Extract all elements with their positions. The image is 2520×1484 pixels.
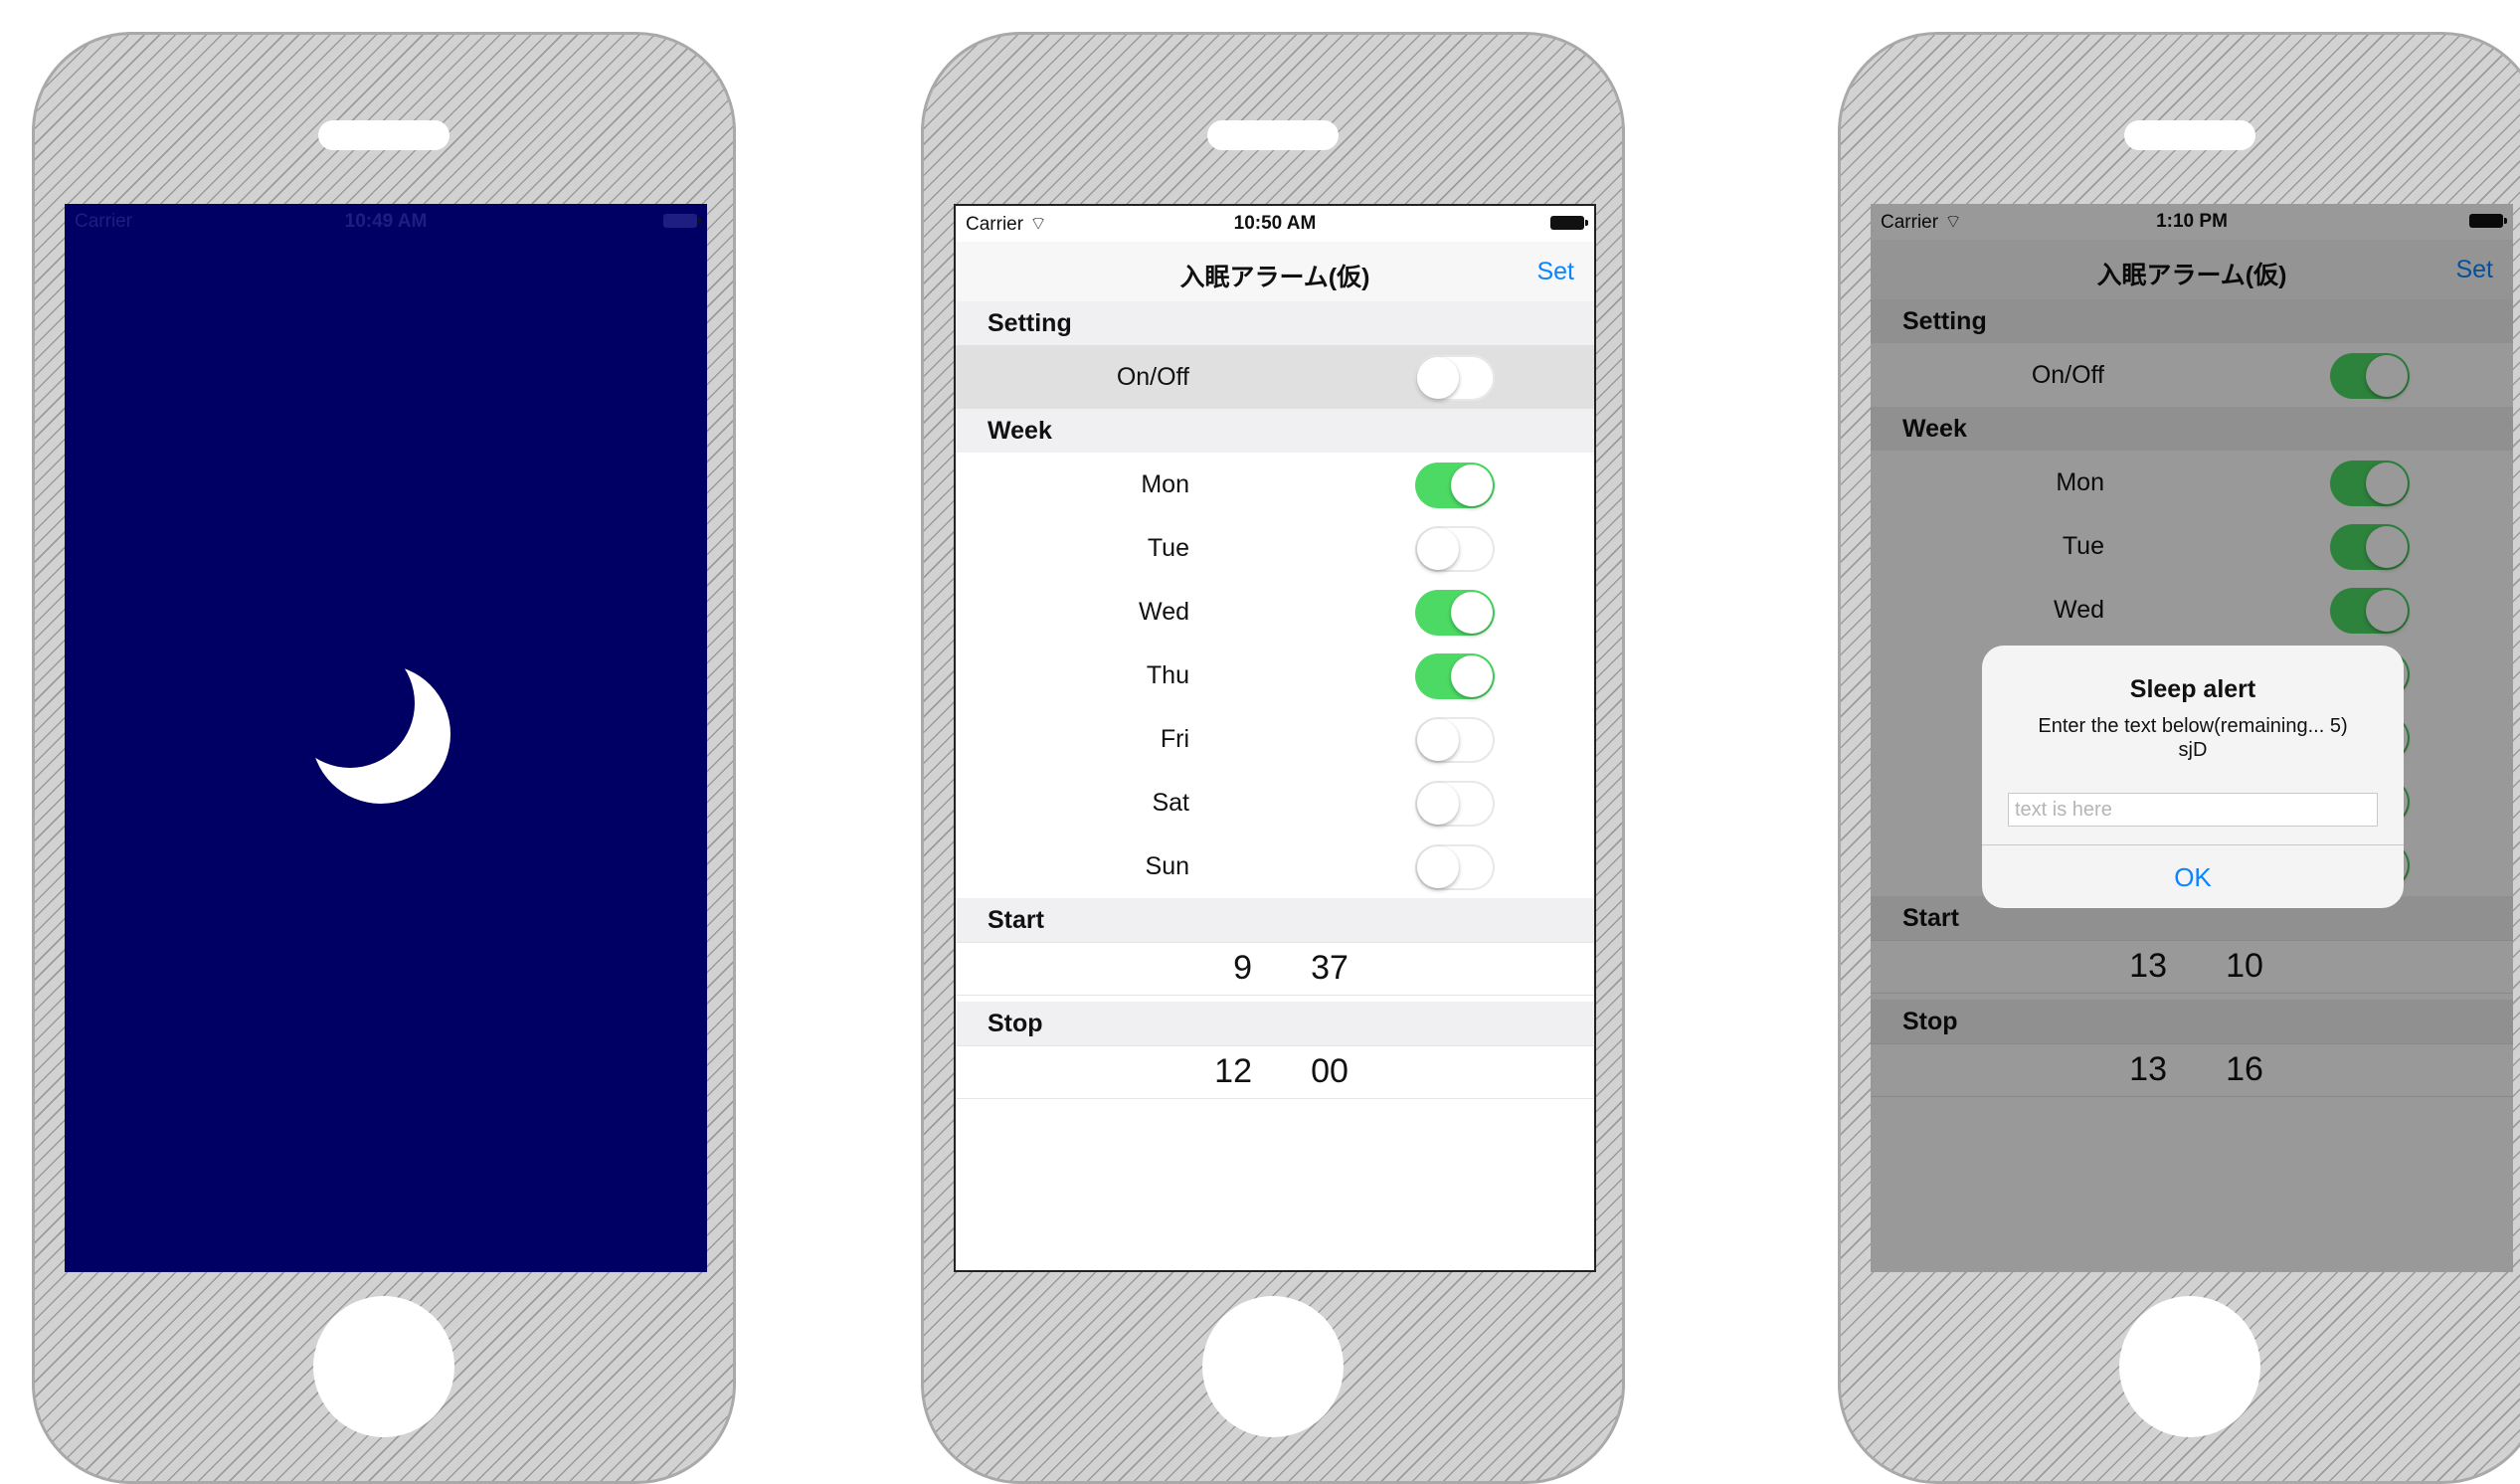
- toggle-knob: [1417, 783, 1459, 825]
- stop-hour[interactable]: 12: [1202, 1052, 1252, 1091]
- day-label: Wed: [1139, 598, 1189, 626]
- toggle-knob: [1417, 719, 1459, 761]
- alert-text-input[interactable]: [2008, 793, 2378, 827]
- day-toggle-thu[interactable]: [1415, 653, 1495, 699]
- splash-screen: Carrier 10:49 AM: [65, 204, 707, 1272]
- status-time: 10:49 AM: [344, 211, 428, 232]
- day-row-wed: Wed: [956, 580, 1594, 644]
- day-row-sat: Sat: [956, 771, 1594, 835]
- battery-icon: [663, 214, 701, 228]
- nav-bar: 入眠アラーム(仮) Set: [956, 242, 1594, 301]
- onoff-toggle[interactable]: [1415, 355, 1495, 401]
- day-label: Mon: [1141, 470, 1189, 498]
- day-toggle-sun[interactable]: [1415, 844, 1495, 890]
- day-toggle-mon[interactable]: [1415, 463, 1495, 508]
- status-bar: Carrier 10:49 AM: [65, 204, 707, 240]
- day-label: Tue: [1147, 534, 1189, 562]
- day-toggle-wed[interactable]: [1415, 590, 1495, 636]
- speaker-grille: [1207, 120, 1339, 150]
- speaker-grille: [318, 120, 450, 150]
- sleep-alert-dialog: Sleep alert Enter the text below(remaini…: [1982, 646, 2404, 908]
- settings-screen: Carrier ⌔ 10:50 AM 入眠アラーム(仮) Set Setting …: [954, 204, 1596, 1272]
- start-hour[interactable]: 9: [1202, 949, 1252, 988]
- day-label: Sun: [1145, 852, 1189, 880]
- ok-button[interactable]: OK: [1982, 862, 2404, 893]
- battery-icon: [1550, 216, 1588, 230]
- day-row-tue: Tue: [956, 516, 1594, 580]
- stop-time-picker[interactable]: 12 00: [956, 1045, 1594, 1099]
- day-toggle-fri[interactable]: [1415, 717, 1495, 763]
- start-time-picker[interactable]: 9 37: [956, 942, 1594, 996]
- alert-message: Enter the text below(remaining... 5) sjD: [1982, 714, 2404, 762]
- alert-code: sjD: [2178, 739, 2208, 761]
- day-row-fri: Fri: [956, 707, 1594, 771]
- alert-screen: Carrier ⌔ 1:10 PM 入眠アラーム(仮) Set Setting O…: [1871, 204, 2513, 1272]
- day-label: Fri: [1160, 725, 1189, 753]
- day-toggle-sat[interactable]: [1415, 781, 1495, 827]
- speaker-grille: [2124, 120, 2255, 150]
- alert-title: Sleep alert: [2129, 675, 2256, 703]
- crescent-moon-icon: [311, 664, 450, 804]
- toggle-knob: [1451, 592, 1493, 634]
- stop-minute[interactable]: 00: [1300, 1052, 1359, 1091]
- toggle-knob: [1417, 846, 1459, 888]
- toggle-knob: [1451, 464, 1493, 506]
- onoff-row: On/Off: [956, 345, 1594, 409]
- day-label: Thu: [1146, 661, 1189, 689]
- status-time: 10:50 AM: [1233, 213, 1317, 234]
- day-row-mon: Mon: [956, 453, 1594, 516]
- toggle-knob: [1451, 655, 1493, 697]
- toggle-knob: [1417, 528, 1459, 570]
- phone-frame-splash: Carrier 10:49 AM: [32, 32, 736, 1484]
- toggle-knob: [1417, 357, 1459, 399]
- status-bar: Carrier ⌔ 10:50 AM: [956, 206, 1594, 242]
- section-header-stop: Stop: [956, 1002, 1594, 1045]
- section-header-start: Start: [956, 898, 1594, 942]
- onoff-label: On/Off: [1116, 363, 1189, 391]
- phone-frame-alert: Carrier ⌔ 1:10 PM 入眠アラーム(仮) Set Setting O…: [1838, 32, 2520, 1484]
- home-button[interactable]: [313, 1296, 454, 1437]
- day-label: Sat: [1152, 789, 1189, 817]
- set-button[interactable]: Set: [1536, 258, 1574, 286]
- nav-title: 入眠アラーム(仮): [1179, 264, 1370, 291]
- phone-frame-settings: Carrier ⌔ 10:50 AM 入眠アラーム(仮) Set Setting …: [921, 32, 1625, 1484]
- home-button[interactable]: [2119, 1296, 2260, 1437]
- start-minute[interactable]: 37: [1300, 949, 1359, 988]
- section-header-setting: Setting: [956, 301, 1594, 345]
- day-row-sun: Sun: [956, 835, 1594, 898]
- alert-divider: [1982, 844, 2404, 845]
- alert-message-text: Enter the text below(remaining... 5): [2038, 715, 2348, 737]
- home-button[interactable]: [1202, 1296, 1344, 1437]
- section-header-week: Week: [956, 409, 1594, 453]
- day-toggle-tue[interactable]: [1415, 526, 1495, 572]
- day-row-thu: Thu: [956, 644, 1594, 707]
